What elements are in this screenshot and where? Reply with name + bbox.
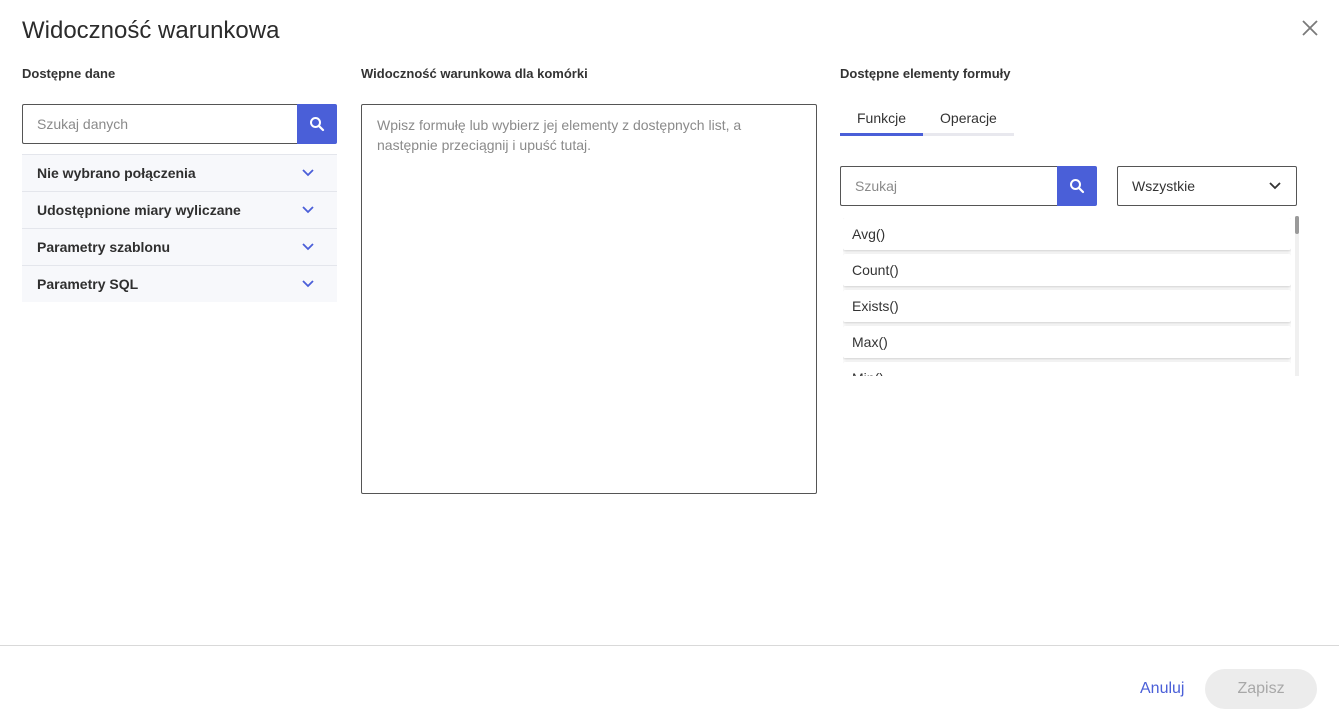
close-button[interactable] xyxy=(1299,17,1321,39)
section-label: Parametry szablonu xyxy=(37,239,171,255)
function-item[interactable]: Max() xyxy=(843,326,1291,358)
function-list: Avg() Count() Exists() Max() Min() xyxy=(843,218,1291,376)
section-sql-params[interactable]: Parametry SQL xyxy=(22,265,337,302)
function-list-scrollbar[interactable] xyxy=(1295,216,1299,376)
tab-operations[interactable]: Operacje xyxy=(923,104,1014,136)
function-item[interactable]: Exists() xyxy=(843,290,1291,322)
section-label: Parametry SQL xyxy=(37,276,139,292)
dialog-title: Widoczność warunkowa xyxy=(22,17,280,44)
chevron-down-icon xyxy=(1269,182,1281,190)
function-search xyxy=(840,166,1097,206)
function-search-input[interactable] xyxy=(840,166,1057,206)
search-icon xyxy=(1070,179,1085,194)
save-button[interactable]: Zapisz xyxy=(1205,669,1317,709)
section-shared-measures[interactable]: Udostępnione miary wyliczane xyxy=(22,191,337,228)
function-search-button[interactable] xyxy=(1057,166,1097,206)
function-category-select[interactable]: Wszystkie xyxy=(1117,166,1297,206)
chevron-down-icon xyxy=(302,280,314,288)
search-icon xyxy=(310,117,325,132)
data-search-input[interactable] xyxy=(22,104,297,144)
function-item[interactable]: Avg() xyxy=(843,218,1291,250)
formula-title: Widoczność warunkowa dla komórki xyxy=(361,66,588,81)
section-template-params[interactable]: Parametry szablonu xyxy=(22,228,337,265)
footer-divider xyxy=(0,645,1339,646)
select-value: Wszystkie xyxy=(1132,178,1195,194)
data-search xyxy=(22,104,337,144)
formula-dropzone xyxy=(361,104,817,494)
formula-tabs: Funkcje Operacje xyxy=(840,104,1014,136)
formula-elements-title: Dostępne elementy formuły xyxy=(840,66,1011,81)
section-label: Nie wybrano połączenia xyxy=(37,165,196,181)
formula-input[interactable] xyxy=(377,115,801,483)
data-sections: Nie wybrano połączenia Udostępnione miar… xyxy=(22,154,337,302)
cancel-button[interactable]: Anuluj xyxy=(1130,670,1194,708)
chevron-down-icon xyxy=(302,169,314,177)
tab-functions[interactable]: Funkcje xyxy=(840,104,924,136)
available-data-title: Dostępne dane xyxy=(22,66,116,81)
data-search-button[interactable] xyxy=(297,104,337,144)
section-no-connection[interactable]: Nie wybrano połączenia xyxy=(22,154,337,191)
scrollbar-thumb[interactable] xyxy=(1295,216,1299,234)
close-icon xyxy=(1302,20,1318,36)
chevron-down-icon xyxy=(302,243,314,251)
section-label: Udostępnione miary wyliczane xyxy=(37,202,241,218)
function-item[interactable]: Count() xyxy=(843,254,1291,286)
function-item[interactable]: Min() xyxy=(843,362,1291,376)
chevron-down-icon xyxy=(302,206,314,214)
